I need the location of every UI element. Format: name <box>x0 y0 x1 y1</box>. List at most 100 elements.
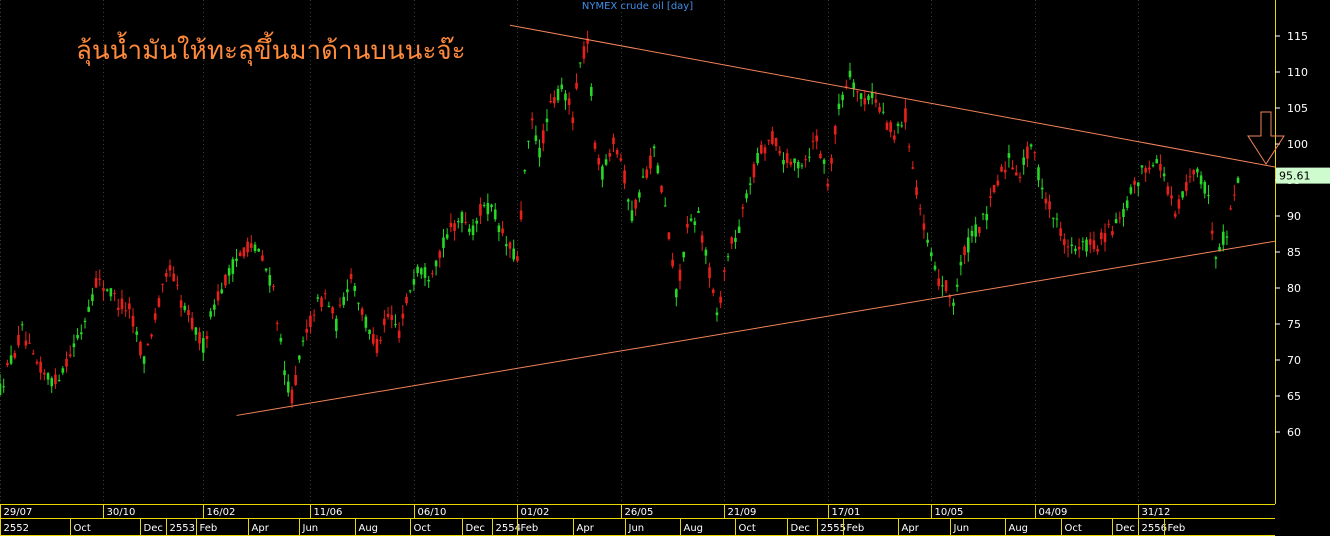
candle-body <box>1170 195 1173 199</box>
candle-body <box>383 318 386 326</box>
candle-body <box>530 118 534 121</box>
candle-body <box>456 221 460 223</box>
y-tick-label: 80 <box>1287 282 1301 295</box>
candle-body <box>1063 239 1066 246</box>
candle-body <box>168 265 172 271</box>
candle-body <box>671 259 674 267</box>
candle-body <box>726 256 730 258</box>
candle-body <box>715 312 719 316</box>
candle-body <box>1196 168 1199 173</box>
candle-body <box>357 302 360 304</box>
x-bottom-label: Feb <box>847 523 865 534</box>
candle-body <box>697 211 700 213</box>
x-bottom-label: Dec <box>791 523 810 534</box>
candle-body <box>992 184 996 193</box>
candle-body <box>926 239 929 243</box>
x-top-label: 21/09 <box>728 507 757 518</box>
candle-body <box>822 159 826 164</box>
candle-body <box>157 298 161 307</box>
candle-body <box>981 213 985 215</box>
candle-body <box>176 284 179 286</box>
candle-body <box>2 386 5 388</box>
candle-body <box>1214 257 1218 259</box>
candle-body <box>767 139 770 141</box>
candle-body <box>678 269 682 281</box>
candle-body <box>442 237 445 248</box>
candle-body <box>748 183 752 185</box>
candle-body <box>1044 198 1048 204</box>
candle-body <box>1003 169 1007 173</box>
candle-body <box>800 165 804 167</box>
candle-body <box>43 372 46 375</box>
x-bottom-label: Jun <box>953 523 970 534</box>
candle-body <box>408 290 412 292</box>
candle-body <box>867 95 870 101</box>
candle-body <box>505 244 508 247</box>
candle-body <box>1070 244 1074 246</box>
candle-body <box>963 246 966 256</box>
candle-body <box>711 289 715 293</box>
candle-body <box>1148 167 1151 170</box>
candle-body <box>1107 223 1110 225</box>
x-top-label: 16/02 <box>207 507 236 518</box>
candle-body <box>1122 208 1125 218</box>
candle-body <box>349 273 353 279</box>
x-bottom-label: Apr <box>252 523 270 534</box>
candle-body <box>519 210 523 220</box>
candle-body <box>719 296 722 303</box>
candle-body <box>567 98 571 105</box>
candle-body <box>615 149 619 155</box>
candle-body <box>1085 239 1088 252</box>
x-bottom-label: Aug <box>359 523 379 534</box>
candle-body <box>1203 181 1207 194</box>
candle-body <box>1225 236 1229 238</box>
candle-body <box>360 308 364 315</box>
candle-body <box>0 383 2 396</box>
candle-body <box>1114 219 1118 224</box>
x-top-label: 10/05 <box>935 507 964 518</box>
x-top-label: 17/01 <box>832 507 861 518</box>
candle-body <box>1151 165 1155 167</box>
candle-body <box>124 310 127 312</box>
candle-body <box>342 296 345 305</box>
candle-body <box>1155 159 1159 164</box>
candle-body <box>1233 194 1236 196</box>
x-bottom-label: Dec <box>144 523 163 534</box>
candle-body <box>179 300 183 308</box>
candle-body <box>364 316 368 328</box>
candle-body <box>139 341 142 356</box>
candle-body <box>933 265 937 270</box>
candle-body <box>1185 182 1188 192</box>
candle-body <box>1207 195 1210 197</box>
candle-body <box>841 94 844 101</box>
candle-body <box>723 270 726 272</box>
candle-body <box>638 192 641 198</box>
candle-body <box>1181 191 1184 198</box>
candle-body <box>564 93 567 101</box>
candle-body <box>72 343 76 348</box>
x-bottom-label: Apr <box>577 523 595 534</box>
x-bottom-label: 2556 <box>1142 523 1167 534</box>
candle-body <box>61 368 65 373</box>
annotation-text: ลุ้นน้ำมันให้ทะลุขึ้นมาด้านบนนะจ๊ะ <box>76 36 466 66</box>
candle-body <box>320 297 323 307</box>
candle-body <box>512 248 515 260</box>
candle-body <box>745 193 748 199</box>
candle-body <box>815 135 819 142</box>
candle-body <box>57 380 61 382</box>
candle-body <box>619 158 623 161</box>
candle-body <box>187 310 190 316</box>
candle-body <box>17 335 20 346</box>
candle-body <box>545 118 549 123</box>
candle-body <box>420 268 423 275</box>
candle-body <box>1173 213 1177 217</box>
candle-body <box>165 273 168 277</box>
candle-body <box>626 199 630 202</box>
candle-body <box>35 361 39 364</box>
candle-body <box>338 304 342 306</box>
candle-body <box>213 304 216 310</box>
y-axis: 606570758085909510010511011595.61 <box>1275 0 1330 504</box>
candle-body <box>116 307 120 310</box>
candle-body <box>1159 163 1162 171</box>
candle-body <box>412 279 416 285</box>
